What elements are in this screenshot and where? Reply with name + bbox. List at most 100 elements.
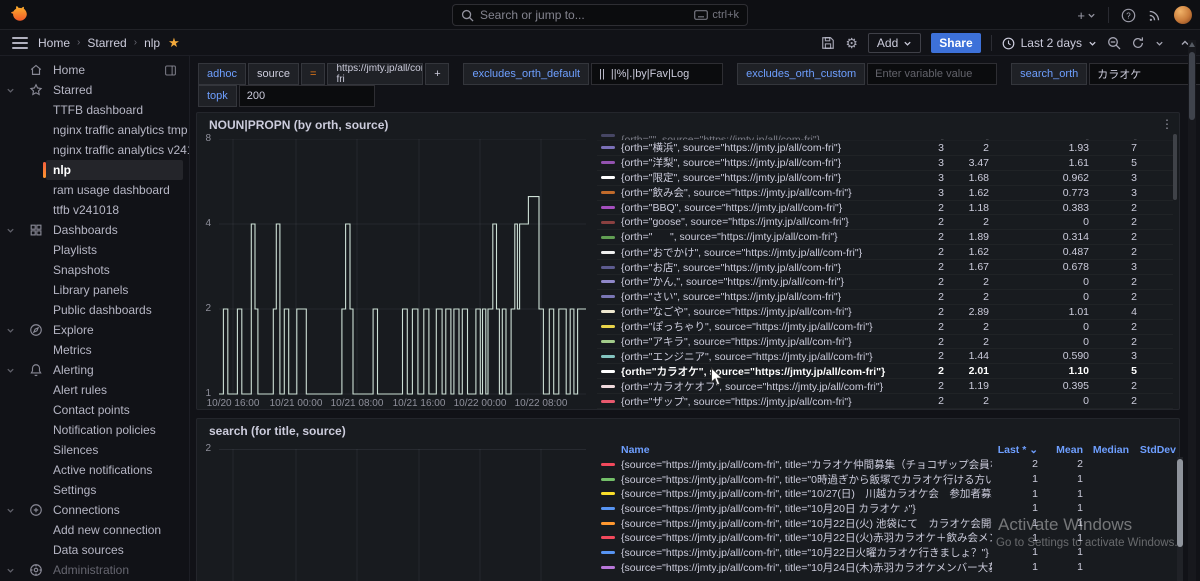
share-button[interactable]: Share <box>931 33 980 53</box>
variable-input-topk[interactable]: 200 <box>239 85 375 107</box>
panel-menu-icon[interactable]: ⋮ <box>1161 117 1173 131</box>
variable-input-search_orth[interactable]: カラオケ <box>1089 63 1200 85</box>
sidebar-item-add-new-connection[interactable]: Add new connection <box>0 520 189 540</box>
sidebar-item-administration[interactable]: Administration <box>0 560 189 580</box>
adhoc-operator[interactable]: = <box>301 63 325 85</box>
avatar[interactable] <box>1174 6 1192 24</box>
refresh-interval-dropdown[interactable] <box>1155 39 1164 48</box>
table-row[interactable]: {source="https://jmty.jp/all/com-fri", t… <box>597 486 1176 501</box>
sidebar-item-data-sources[interactable]: Data sources <box>0 540 189 560</box>
variable-input-excludes_orth_default[interactable]: || ||%|.|by|Fav|Log <box>591 63 723 85</box>
time-range-picker[interactable]: Last 2 days <box>1002 36 1097 50</box>
adhoc-add-button[interactable]: + <box>425 63 449 85</box>
sidebar-item-ttfb-v241018[interactable]: ttfb v241018 <box>0 200 189 220</box>
table-row[interactable]: {source="https://jmty.jp/all/com-fri", t… <box>597 560 1176 575</box>
legend-row[interactable]: {orth="goose", source="https://jmty.jp/a… <box>597 215 1173 230</box>
legend-row[interactable]: {orth="洋梨", source="https://jmty.jp/all/… <box>597 156 1173 171</box>
sidebar-item-silences[interactable]: Silences <box>0 440 189 460</box>
legend-row[interactable]: {orth="アキラ", source="https://jmty.jp/all… <box>597 335 1173 350</box>
sidebar-item-alerting[interactable]: Alerting <box>0 360 189 380</box>
variable-label-excludes_orth_custom[interactable]: excludes_orth_custom <box>737 63 865 85</box>
table-scrollbar[interactable] <box>1177 457 1183 581</box>
legend-row[interactable]: {orth="", source="https://jmty.jp/all/co… <box>597 134 1173 141</box>
breadcrumb-current[interactable]: nlp <box>144 36 160 50</box>
sidebar-item-explore[interactable]: Explore <box>0 320 189 340</box>
timeseries-chart-2[interactable] <box>219 449 586 581</box>
chevron-down-icon[interactable] <box>6 86 15 95</box>
legend-row[interactable]: {orth="カラオケオフ", source="https://jmty.jp/… <box>597 379 1173 394</box>
table-row[interactable]: {source="https://jmty.jp/all/com-fri", t… <box>597 501 1176 516</box>
news-rss-icon[interactable] <box>1148 8 1162 22</box>
legend-row[interactable]: {orth="ぽっちゃり", source="https://jmty.jp/a… <box>597 320 1173 335</box>
sidebar-item-home[interactable]: Home <box>0 60 189 80</box>
table-row[interactable]: {source="https://jmty.jp/all/com-fri", t… <box>597 457 1176 472</box>
sidebar-item-ttfb-dashboard[interactable]: TTFB dashboard <box>0 100 189 120</box>
sidebar-item-playlists[interactable]: Playlists <box>0 240 189 260</box>
refresh-icon[interactable] <box>1131 36 1145 50</box>
legend-row[interactable]: {orth="限定", source="https://jmty.jp/all/… <box>597 171 1173 186</box>
legend-row[interactable]: {orth="さい", source="https://jmty.jp/all/… <box>597 290 1173 305</box>
save-dashboard-icon[interactable] <box>821 36 835 50</box>
table-header[interactable]: Name Last * ⌄ Mean Median StdDev <box>597 443 1176 457</box>
favorite-star-icon[interactable]: ★ <box>168 35 180 51</box>
grafana-logo[interactable] <box>9 5 29 25</box>
chevron-down-icon[interactable] <box>6 326 15 335</box>
sidebar-item-settings[interactable]: Settings <box>0 480 189 500</box>
chevron-down-icon[interactable] <box>6 566 15 575</box>
help-icon[interactable]: ? <box>1121 8 1136 23</box>
legend-row[interactable]: {orth="エンジニア", source="https://jmty.jp/a… <box>597 349 1173 364</box>
stat-mean: - <box>944 134 989 141</box>
variable-label-excludes_orth_default[interactable]: excludes_orth_default <box>463 63 589 85</box>
zoom-out-icon[interactable] <box>1107 36 1121 50</box>
sidebar-item-starred[interactable]: Starred <box>0 80 189 100</box>
breadcrumb-starred[interactable]: Starred <box>87 36 126 50</box>
chevron-down-icon[interactable] <box>6 366 15 375</box>
legend-scrollbar[interactable] <box>1173 134 1177 410</box>
legend-row[interactable]: {orth="飲み会", source="https://jmty.jp/all… <box>597 186 1173 201</box>
legend-row[interactable]: {orth="なごや", source="https://jmty.jp/all… <box>597 305 1173 320</box>
chevron-down-icon[interactable] <box>6 226 15 235</box>
dashboard-settings-icon[interactable]: ⚙ <box>845 35 858 52</box>
variable-input-excludes_orth_custom[interactable]: Enter variable value <box>867 63 997 85</box>
menu-toggle-icon[interactable] <box>12 37 28 49</box>
sidebar-item-nginx-traffic-analytics-tmp-c-[interactable]: nginx traffic analytics tmp C... <box>0 120 189 140</box>
chevron-down-icon[interactable] <box>6 506 15 515</box>
page-scrollbar[interactable] <box>1188 40 1196 581</box>
adhoc-value[interactable]: https://jmty.jp/all/com-fri <box>327 63 423 85</box>
sidebar-item-nginx-traffic-analytics-v241015[interactable]: nginx traffic analytics v241015 <box>0 140 189 160</box>
stat-mean: 1.18 <box>944 202 989 214</box>
sidebar-item-contact-points[interactable]: Contact points <box>0 400 189 420</box>
legend-row[interactable]: {orth=" ", source="https://jmty.jp/all/c… <box>597 230 1173 245</box>
sidebar-item-dashboards[interactable]: Dashboards <box>0 220 189 240</box>
breadcrumb-home[interactable]: Home <box>38 36 70 50</box>
sidebar-item-library-panels[interactable]: Library panels <box>0 280 189 300</box>
sidebar-item-nlp[interactable]: nlp <box>0 160 189 180</box>
legend-row[interactable]: {orth="お店", source="https://jmty.jp/all/… <box>597 260 1173 275</box>
sidebar-item-notification-policies[interactable]: Notification policies <box>0 420 189 440</box>
adhoc-filter-label[interactable]: adhoc <box>198 63 246 85</box>
legend-row[interactable]: {orth="BBQ", source="https://jmty.jp/all… <box>597 201 1173 216</box>
adhoc-field[interactable]: source <box>248 63 299 85</box>
dock-sidebar-icon[interactable] <box>164 64 177 77</box>
search-input[interactable]: Search or jump to... ctrl+k <box>452 4 748 26</box>
table-row[interactable]: {source="https://jmty.jp/all/com-fri", t… <box>597 472 1176 487</box>
legend-row[interactable]: {orth="おでかけ", source="https://jmty.jp/al… <box>597 245 1173 260</box>
legend-row[interactable]: {orth="横浜", source="https://jmty.jp/all/… <box>597 141 1173 156</box>
variable-label-topk[interactable]: topk <box>198 85 237 107</box>
sidebar-item-snapshots[interactable]: Snapshots <box>0 260 189 280</box>
sidebar-item-connections[interactable]: Connections <box>0 500 189 520</box>
variable-label-search_orth[interactable]: search_orth <box>1011 63 1087 85</box>
legend-row[interactable]: {orth="カラオケ", source="https://jmty.jp/al… <box>597 364 1173 379</box>
sidebar-item-metrics[interactable]: Metrics <box>0 340 189 360</box>
sidebar-item-label: Active notifications <box>53 463 152 477</box>
sidebar-item-alert-rules[interactable]: Alert rules <box>0 380 189 400</box>
sidebar-item-active-notifications[interactable]: Active notifications <box>0 460 189 480</box>
sidebar-item-public-dashboards[interactable]: Public dashboards <box>0 300 189 320</box>
add-panel-button[interactable]: Add <box>868 33 921 53</box>
stat-mean: 1.62 <box>944 246 989 258</box>
sidebar-item-ram-usage-dashboard[interactable]: ram usage dashboard <box>0 180 189 200</box>
legend-row[interactable]: {orth="ザップ", source="https://jmty.jp/all… <box>597 394 1173 409</box>
timeseries-chart[interactable] <box>219 139 586 395</box>
legend-row[interactable]: {orth="かん,", source="https://jmty.jp/all… <box>597 275 1173 290</box>
add-menu-button[interactable]: + <box>1077 8 1096 23</box>
